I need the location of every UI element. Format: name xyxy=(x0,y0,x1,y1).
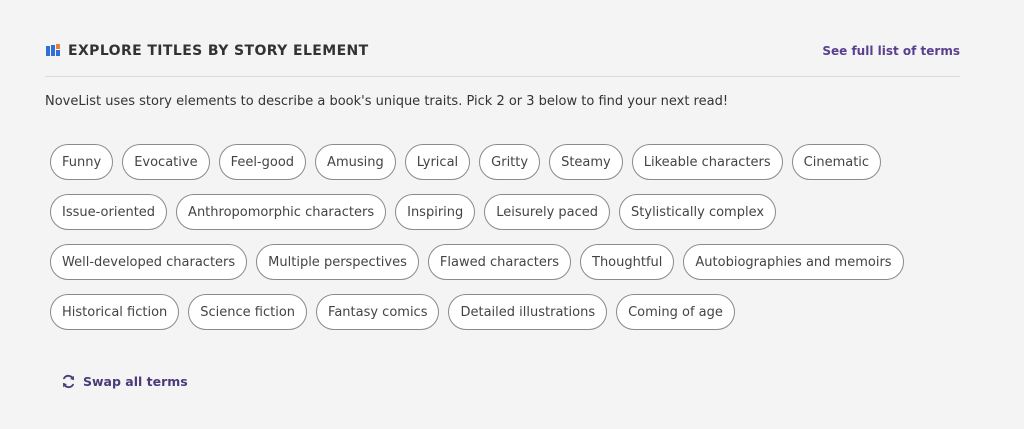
swap-all-terms-button[interactable]: Swap all terms xyxy=(61,374,188,389)
chip-gritty[interactable]: Gritty xyxy=(479,144,541,180)
chip-funny[interactable]: Funny xyxy=(50,144,114,180)
chip-inspiring[interactable]: Inspiring xyxy=(395,194,476,230)
chip-cinematic[interactable]: Cinematic xyxy=(791,144,882,180)
chip-science-fiction[interactable]: Science fiction xyxy=(188,294,308,330)
chip-row: Issue-oriented Anthropomorphic character… xyxy=(50,194,930,230)
chip-amusing[interactable]: Amusing xyxy=(315,144,396,180)
chip-likeable-characters[interactable]: Likeable characters xyxy=(631,144,783,180)
panel-title: EXPLORE TITLES BY STORY ELEMENT xyxy=(68,43,369,59)
chip-issue-oriented[interactable]: Issue-oriented xyxy=(50,194,168,230)
chip-row: Funny Evocative Feel-good Amusing Lyrica… xyxy=(50,144,930,180)
chip-historical-fiction[interactable]: Historical fiction xyxy=(50,294,180,330)
chip-fantasy-comics[interactable]: Fantasy comics xyxy=(316,294,440,330)
chip-coming-of-age[interactable]: Coming of age xyxy=(616,294,735,330)
swap-all-terms-label: Swap all terms xyxy=(83,374,188,389)
chip-multiple-perspectives[interactable]: Multiple perspectives xyxy=(256,244,419,280)
book-icon xyxy=(45,43,61,59)
title-wrap: EXPLORE TITLES BY STORY ELEMENT xyxy=(45,43,369,59)
chip-well-developed-characters[interactable]: Well-developed characters xyxy=(50,244,248,280)
chip-row: Historical fiction Science fiction Fanta… xyxy=(50,294,930,330)
description-text: NoveList uses story elements to describe… xyxy=(45,94,729,109)
chip-stylistically-complex[interactable]: Stylistically complex xyxy=(619,194,777,230)
chip-detailed-illustrations[interactable]: Detailed illustrations xyxy=(448,294,608,330)
chip-anthropomorphic-characters[interactable]: Anthropomorphic characters xyxy=(176,194,387,230)
chip-row: Well-developed characters Multiple persp… xyxy=(50,244,930,280)
story-element-panel: EXPLORE TITLES BY STORY ELEMENT See full… xyxy=(45,0,960,429)
chip-autobiographies-and-memoirs[interactable]: Autobiographies and memoirs xyxy=(683,244,904,280)
divider xyxy=(45,76,960,77)
refresh-icon xyxy=(61,374,76,389)
chip-evocative[interactable]: Evocative xyxy=(122,144,210,180)
chip-feel-good[interactable]: Feel-good xyxy=(218,144,307,180)
chip-steamy[interactable]: Steamy xyxy=(549,144,623,180)
chip-leisurely-paced[interactable]: Leisurely paced xyxy=(484,194,611,230)
chip-flawed-characters[interactable]: Flawed characters xyxy=(427,244,571,280)
story-element-chips: Funny Evocative Feel-good Amusing Lyrica… xyxy=(50,144,930,344)
see-full-list-link[interactable]: See full list of terms xyxy=(822,44,960,58)
panel-header: EXPLORE TITLES BY STORY ELEMENT See full… xyxy=(45,38,960,64)
chip-thoughtful[interactable]: Thoughtful xyxy=(580,244,675,280)
chip-lyrical[interactable]: Lyrical xyxy=(404,144,471,180)
